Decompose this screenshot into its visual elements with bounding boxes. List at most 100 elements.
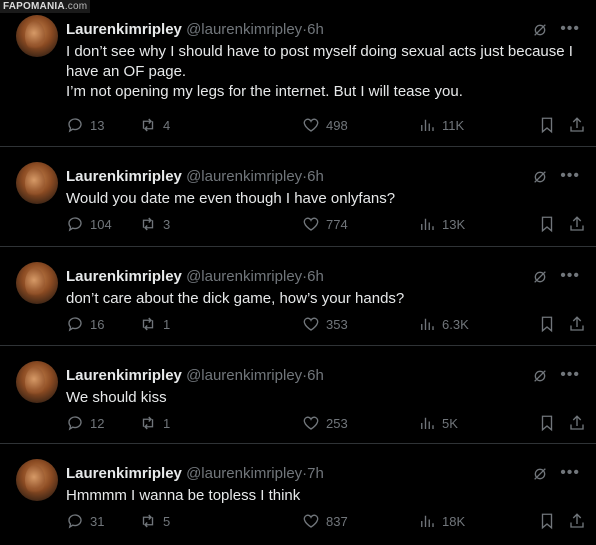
view-count: 5K [442, 415, 458, 431]
share-icon [570, 316, 584, 331]
bookmark-icon [541, 415, 553, 432]
tweet-text: don’t care about the dick game, how’s yo… [66, 290, 405, 307]
like-count: 774 [326, 216, 348, 232]
display-name[interactable]: Laurenkimripley [66, 268, 182, 285]
timestamp[interactable]: 6h [307, 168, 324, 185]
avatar[interactable] [16, 361, 58, 403]
share-button[interactable] [568, 512, 586, 530]
grok-icon[interactable] [532, 269, 548, 285]
views-icon [421, 515, 434, 527]
reply-button[interactable]: 13 [66, 116, 104, 134]
reply-count: 12 [90, 415, 105, 431]
avatar[interactable] [16, 15, 58, 57]
retweet-count: 1 [163, 316, 171, 332]
reply-button[interactable]: 12 [66, 414, 104, 432]
retweet-icon [142, 514, 154, 528]
site-watermark: FAPOMANIA.com [0, 0, 91, 13]
user-handle[interactable]: @laurenkimripley [186, 268, 302, 285]
display-name[interactable]: Laurenkimripley [66, 168, 182, 185]
share-button[interactable] [568, 414, 586, 432]
reply-button[interactable]: 16 [66, 315, 104, 333]
like-button[interactable]: 498 [302, 116, 348, 134]
retweet-button[interactable]: 1 [139, 315, 170, 333]
retweet-button[interactable]: 3 [139, 215, 170, 233]
timestamp[interactable]: 6h [307, 268, 324, 285]
bookmark-button[interactable] [538, 512, 556, 530]
like-button[interactable]: 774 [302, 215, 348, 233]
reply-icon [68, 317, 82, 332]
display-name[interactable]: Laurenkimripley [66, 367, 182, 384]
tweet[interactable]: Laurenkimripley @laurenkimripley·6h ••• … [0, 147, 596, 247]
retweet-button[interactable]: 5 [139, 512, 170, 530]
bookmark-icon [541, 117, 553, 134]
grok-icon[interactable] [532, 466, 548, 482]
timestamp[interactable]: 7h [307, 465, 324, 482]
tweet[interactable]: Laurenkimripley @laurenkimripley·6h ••• … [0, 247, 596, 346]
reply-count: 16 [90, 316, 105, 332]
view-count: 18K [442, 513, 466, 529]
avatar[interactable] [16, 262, 58, 304]
share-button[interactable] [568, 315, 586, 333]
tweet-actions: 13 4 498 11K [66, 116, 584, 134]
reply-button[interactable]: 31 [66, 512, 104, 530]
retweet-button[interactable]: 4 [139, 116, 170, 134]
tweet[interactable]: Laurenkimripley @laurenkimripley·6h ••• … [0, 0, 596, 147]
heart-icon [303, 416, 319, 430]
heart-icon [303, 217, 319, 231]
display-name[interactable]: Laurenkimripley [66, 465, 182, 482]
reply-count: 104 [90, 216, 112, 232]
share-button[interactable] [568, 116, 586, 134]
tweet[interactable]: Laurenkimripley @laurenkimripley·7h ••• … [0, 444, 596, 545]
retweet-icon [142, 118, 154, 132]
reply-icon [68, 416, 82, 431]
tweet-text: I don’t see why I should have to post my… [66, 43, 573, 100]
views-icon [421, 119, 434, 131]
like-button[interactable]: 837 [302, 512, 348, 530]
bookmark-button[interactable] [538, 414, 556, 432]
timestamp[interactable]: 6h [307, 367, 324, 384]
avatar[interactable] [16, 162, 58, 204]
view-count: 13K [442, 216, 466, 232]
grok-icon[interactable] [532, 169, 548, 185]
retweet-button[interactable]: 1 [139, 414, 170, 432]
user-handle[interactable]: @laurenkimripley [186, 465, 302, 482]
user-handle[interactable]: @laurenkimripley [186, 21, 302, 38]
views-button[interactable]: 13K [418, 215, 465, 233]
grok-icon[interactable] [532, 22, 548, 38]
tweet-text: Would you date me even though I have onl… [66, 190, 396, 207]
bookmark-button[interactable] [538, 315, 556, 333]
share-button[interactable] [568, 215, 586, 233]
views-button[interactable]: 18K [418, 512, 465, 530]
bookmark-button[interactable] [538, 116, 556, 134]
more-icon[interactable]: ••• [560, 464, 580, 482]
views-icon [421, 318, 434, 330]
display-name[interactable]: Laurenkimripley [66, 21, 182, 38]
user-handle[interactable]: @laurenkimripley [186, 367, 302, 384]
more-icon[interactable]: ••• [560, 267, 580, 285]
views-button[interactable]: 6.3K [418, 315, 469, 333]
share-icon [570, 216, 584, 231]
share-icon [570, 117, 584, 132]
watermark-suffix: .com [64, 1, 88, 12]
more-icon[interactable]: ••• [560, 366, 580, 384]
grok-icon[interactable] [532, 368, 548, 384]
tweet-header: Laurenkimripley @laurenkimripley·6h [66, 168, 324, 186]
tweet-header: Laurenkimripley @laurenkimripley·7h [66, 465, 324, 483]
views-icon [421, 218, 434, 230]
more-icon[interactable]: ••• [560, 167, 580, 185]
user-handle[interactable]: @laurenkimripley [186, 168, 302, 185]
reply-button[interactable]: 104 [66, 215, 112, 233]
views-button[interactable]: 11K [418, 116, 464, 134]
avatar[interactable] [16, 459, 58, 501]
views-button[interactable]: 5K [418, 414, 458, 432]
bookmark-button[interactable] [538, 215, 556, 233]
tweet[interactable]: Laurenkimripley @laurenkimripley·6h ••• … [0, 346, 596, 444]
retweet-count: 3 [163, 216, 171, 232]
timestamp[interactable]: 6h [307, 21, 324, 38]
like-button[interactable]: 353 [302, 315, 348, 333]
bookmark-icon [541, 216, 553, 233]
tweet-header: Laurenkimripley @laurenkimripley·6h [66, 21, 324, 39]
more-icon[interactable]: ••• [560, 20, 580, 38]
reply-icon [68, 118, 82, 133]
like-button[interactable]: 253 [302, 414, 348, 432]
